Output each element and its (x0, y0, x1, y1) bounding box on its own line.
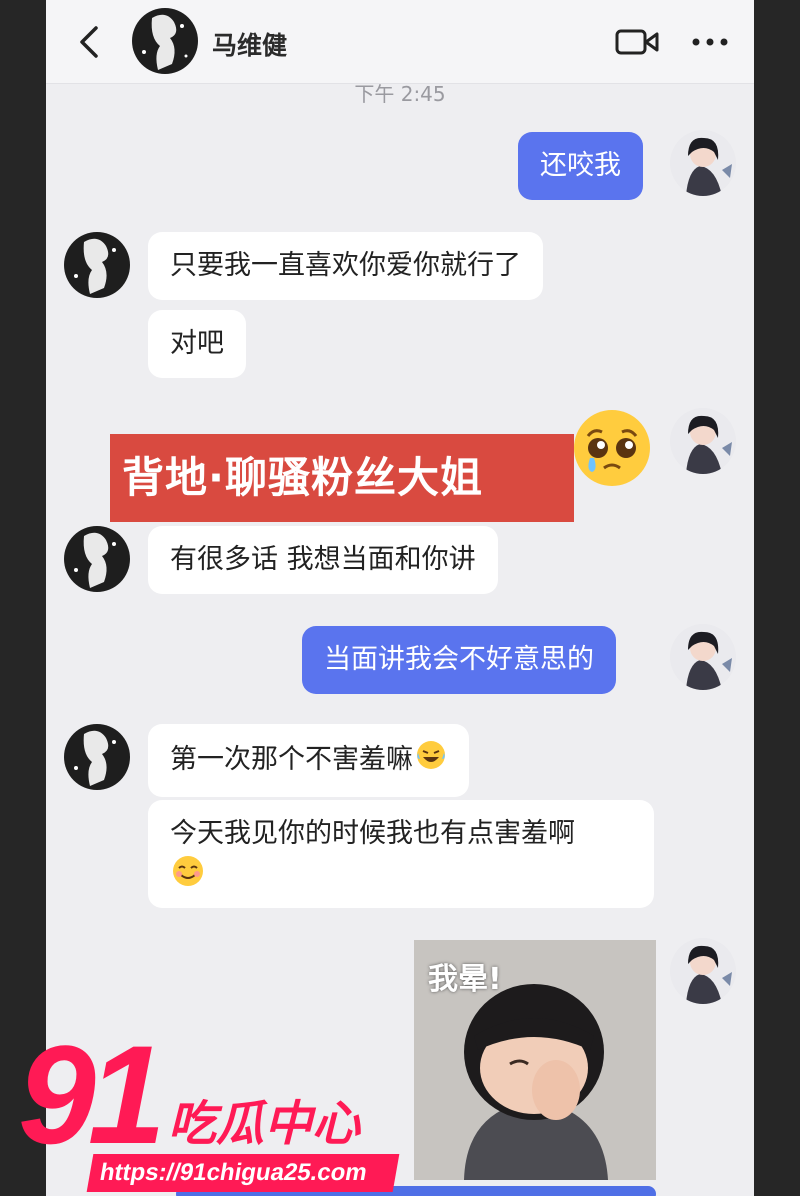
message-text: 第一次那个不害羞嘛 (170, 744, 413, 775)
contact-avatar[interactable] (132, 8, 198, 74)
message-text: 今天我见你的时候我也有点害羞啊 (170, 818, 575, 849)
overlay-banner: 背地·聊骚粉丝大姐 (110, 434, 574, 522)
watermark: 91 吃瓜中心 https://91chigua25.com (6, 1020, 406, 1196)
sticker-caption: 我晕! (428, 962, 502, 997)
rofl-emoji-icon (415, 739, 447, 782)
contact-avatar[interactable] (64, 724, 130, 790)
my-avatar[interactable] (670, 624, 736, 690)
contact-avatar[interactable] (64, 526, 130, 592)
incoming-message[interactable]: 今天我见你的时候我也有点害羞啊 (148, 800, 654, 908)
contact-avatar[interactable] (64, 232, 130, 298)
chat-header: 马维健 (46, 0, 754, 84)
pleading-face-icon[interactable] (570, 406, 654, 490)
smiling-blush-emoji-icon (170, 853, 206, 900)
sticker-image[interactable]: 我晕! (414, 940, 656, 1180)
outgoing-message[interactable]: 当面讲我会不好意思的 (302, 626, 616, 694)
message-timestamp: 下午 2:45 (354, 82, 446, 106)
watermark-brand: 吃瓜中心 (168, 1096, 361, 1152)
incoming-message[interactable]: 第一次那个不害羞嘛 (148, 724, 469, 797)
incoming-message[interactable]: 有很多话 我想当面和你讲 (148, 526, 498, 594)
my-avatar[interactable] (670, 408, 736, 474)
outgoing-message[interactable]: 还咬我 (518, 132, 643, 200)
watermark-number: 91 (18, 1016, 166, 1173)
incoming-message[interactable]: 只要我一直喜欢你爱你就行了 (148, 232, 543, 300)
video-call-icon[interactable] (614, 26, 660, 58)
more-dots-icon[interactable] (690, 30, 730, 54)
chevron-left-icon[interactable] (74, 22, 104, 62)
contact-name[interactable]: 马维健 (212, 26, 287, 62)
my-avatar[interactable] (670, 938, 736, 1004)
my-avatar[interactable] (670, 130, 736, 196)
incoming-message[interactable]: 对吧 (148, 310, 246, 378)
watermark-url: https://91chigua25.com (86, 1154, 400, 1192)
